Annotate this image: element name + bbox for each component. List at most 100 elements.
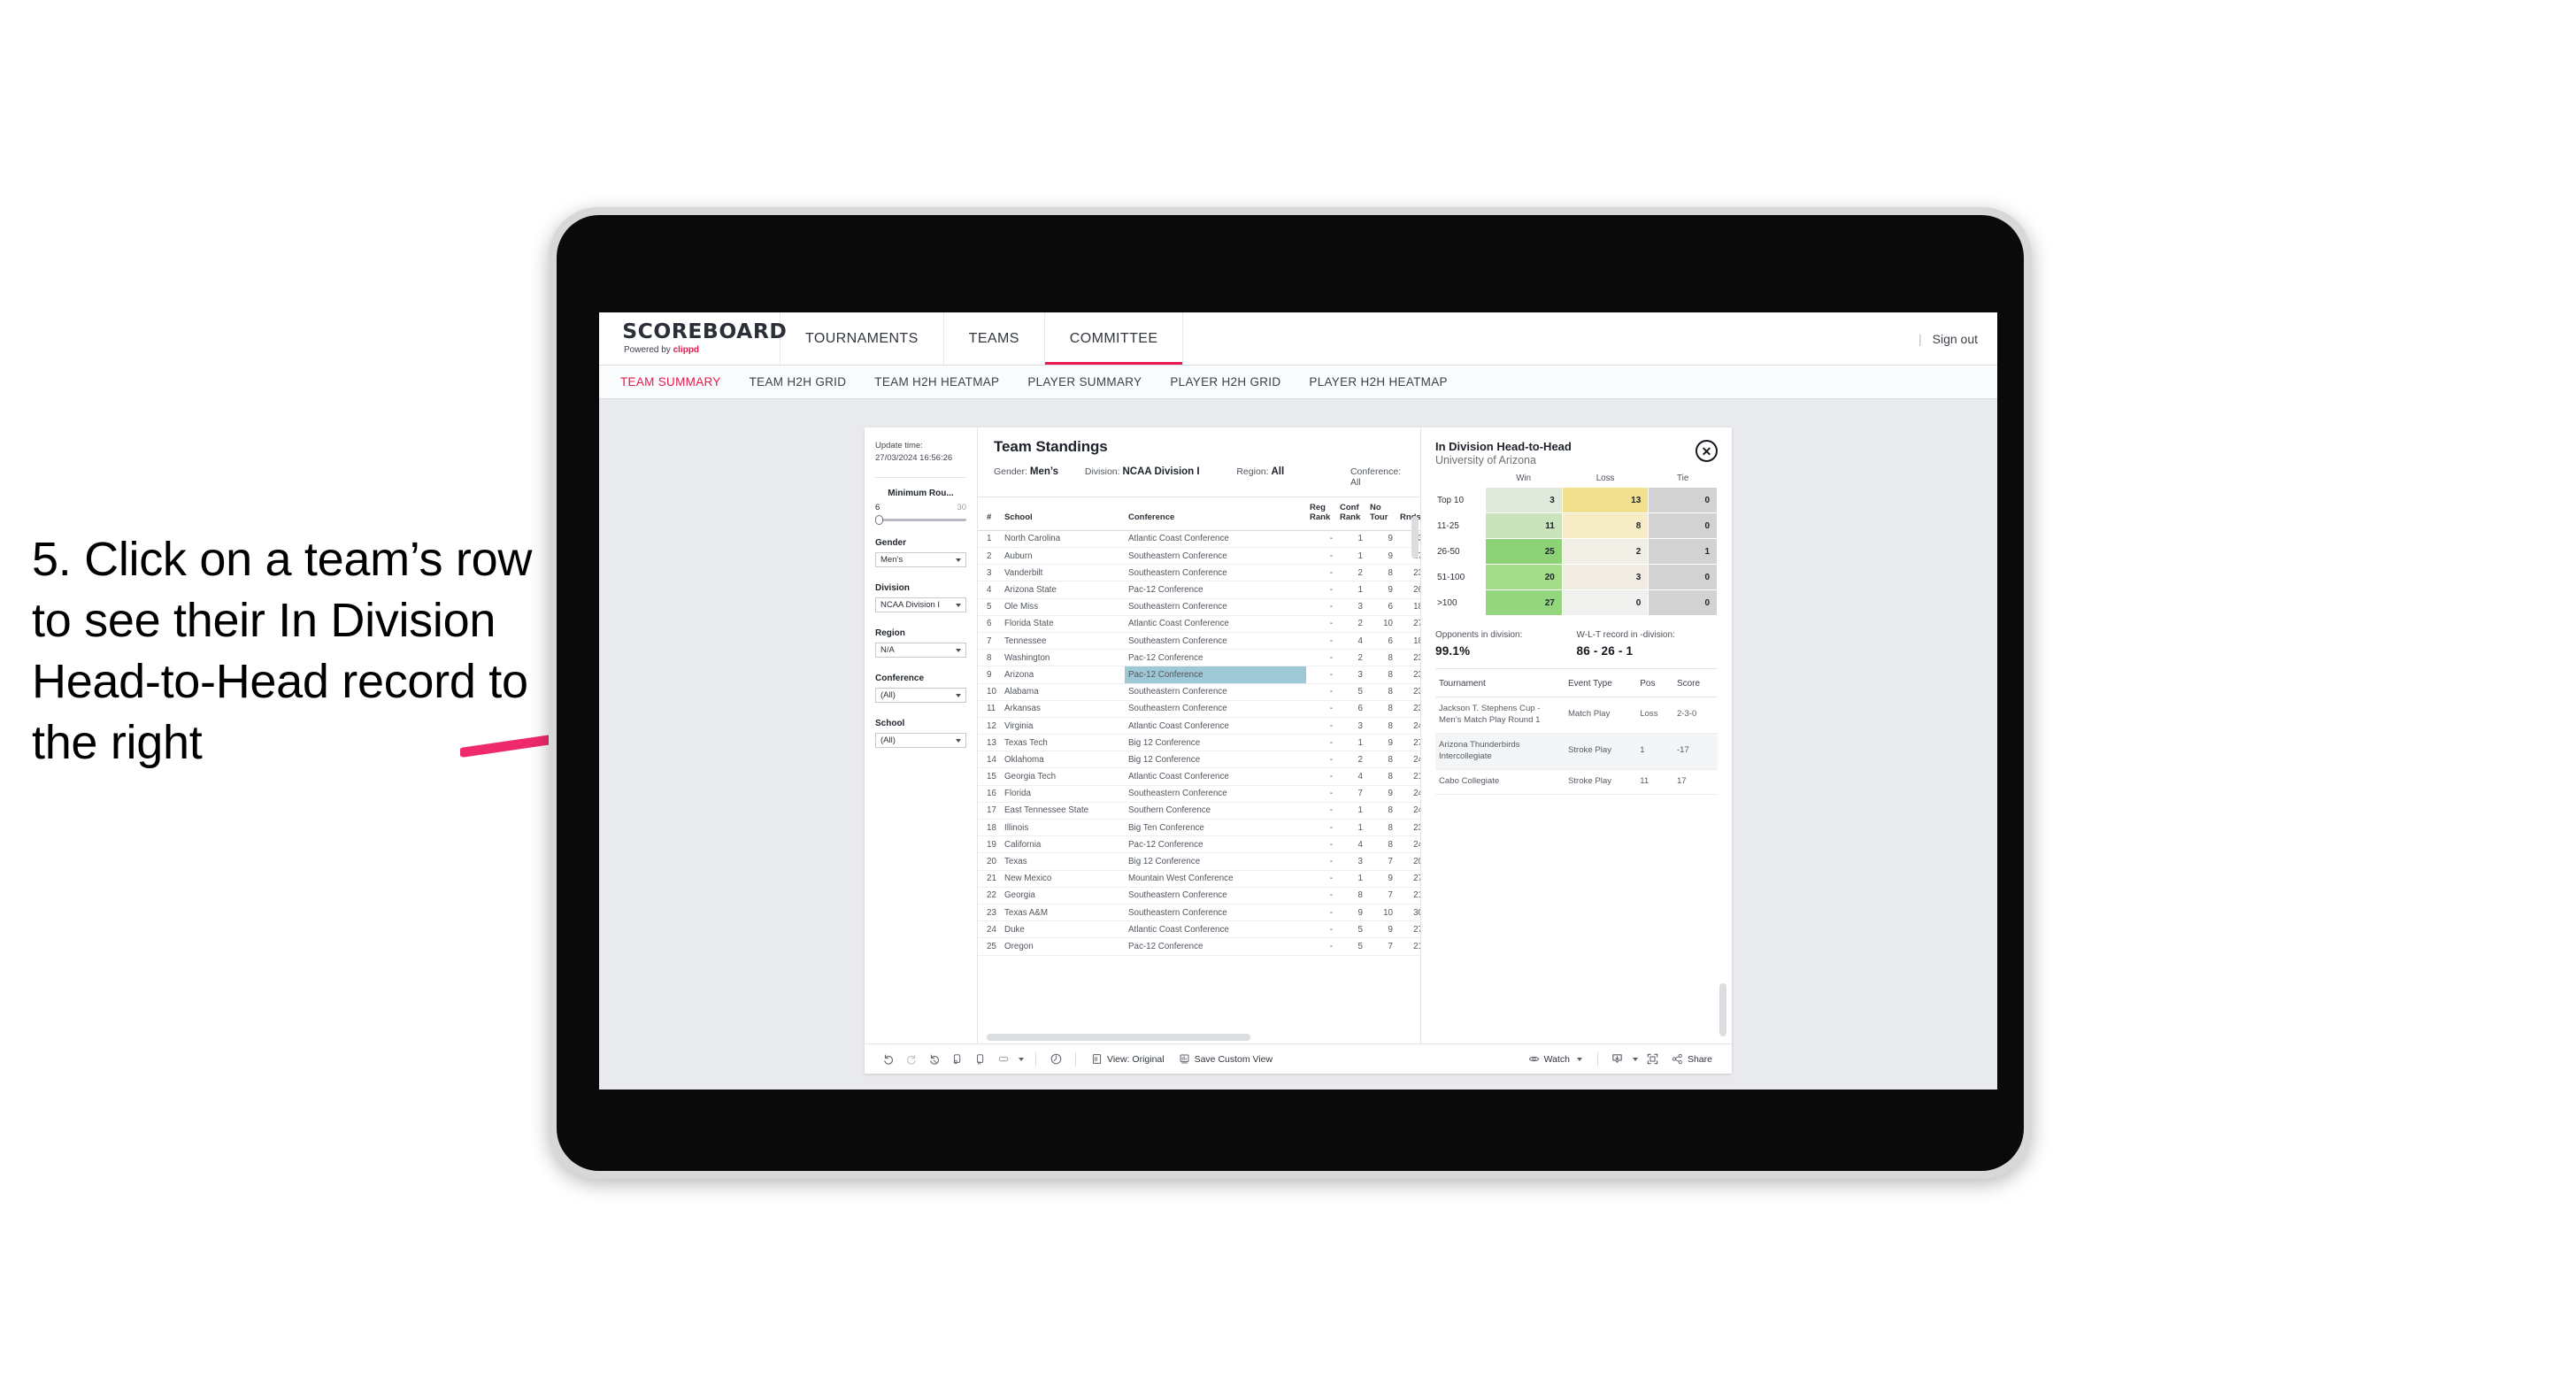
slider-thumb[interactable] (875, 514, 883, 525)
close-icon[interactable]: ✕ (1696, 440, 1718, 462)
nav-item-teams[interactable]: TEAMS (944, 312, 1045, 365)
table-row[interactable]: 1 North Carolina Atlantic Coast Conference… (978, 530, 1420, 549)
table-row[interactable]: 20TexasBig 12 Conference-37200 (978, 852, 1420, 871)
cell-rank: 23 (978, 904, 1001, 922)
undo-icon[interactable] (877, 1050, 900, 1069)
cell-conference: Pac-12 Conference (1125, 581, 1306, 599)
division-filter-select[interactable]: NCAA Division I (875, 597, 966, 612)
watch-button[interactable]: Watch (1521, 1053, 1589, 1065)
h2h-row: 51-100 20 3 0 (1435, 564, 1718, 590)
col-no-tour[interactable]: No Tour (1366, 497, 1396, 531)
cell-school: Florida (1001, 785, 1125, 803)
cell-no-tour: 8 (1366, 717, 1396, 735)
table-row[interactable]: 25OregonPac-12 Conference-57210 (978, 937, 1420, 956)
col-score[interactable]: Score (1672, 671, 1718, 697)
table-row[interactable]: 19CaliforniaPac-12 Conference-48242 (978, 835, 1420, 854)
cell-conference: Atlantic Coast Conference (1125, 767, 1306, 786)
table-row[interactable]: 8WashingtonPac-12 Conference-28231 (978, 649, 1420, 667)
pause-refresh-icon[interactable] (969, 1050, 992, 1069)
table-row[interactable]: 23Texas A&MSoutheastern Conference-91030… (978, 904, 1420, 922)
horizontal-scrollbar[interactable] (987, 1034, 1250, 1041)
table-row[interactable]: 15 Georgia Tech Atlantic Coast Conference -… (978, 767, 1420, 786)
h2h-cell-win: 11 (1484, 512, 1563, 539)
gender-filter-select[interactable]: Men’s (875, 551, 966, 567)
cell-conf-rank: 4 (1336, 835, 1366, 854)
cell-pos: 1 (1636, 733, 1673, 770)
table-row[interactable]: 21 New Mexico Mountain West Conference -1 9 2… (978, 870, 1420, 888)
tournament-row[interactable]: Arizona Thunderbirds Intercollegiate Stro… (1435, 733, 1718, 770)
conference-filter-select[interactable]: (All) (875, 687, 966, 703)
col-conf-rank[interactable]: Conf Rank (1336, 497, 1366, 531)
pause-auto-update-icon[interactable] (1044, 1050, 1067, 1069)
cell-conference: Southeastern Conference (1125, 547, 1306, 566)
h2h-cell-tie: 0 (1648, 487, 1718, 513)
vertical-scrollbar[interactable] (1411, 516, 1419, 558)
table-row[interactable]: 18IllinoisBig Ten Conference-18233 (978, 819, 1420, 837)
table-row[interactable]: 11ArkansasSoutheastern Conference-68232 (978, 700, 1420, 718)
cell-reg-rank: - (1306, 700, 1336, 718)
cell-rank: 13 (978, 734, 1001, 752)
cell-school: Illinois (1001, 819, 1125, 837)
col-conference[interactable]: Conference (1125, 497, 1306, 531)
tab-team-h2h-grid[interactable]: TEAM H2H GRID (750, 375, 847, 389)
table-row[interactable]: 4Arizona StatePac-12 Conference-19261 (978, 581, 1420, 599)
col-tournament[interactable]: Tournament (1435, 671, 1565, 697)
table-row[interactable]: 5Ole MissSoutheastern Conference-36181 (978, 598, 1420, 616)
redo-icon[interactable] (900, 1050, 923, 1069)
col-school[interactable]: School (1001, 497, 1125, 531)
revert-icon[interactable] (923, 1050, 946, 1069)
cell-school: Georgia Tech (1001, 767, 1125, 786)
region-filter-select[interactable]: N/A (875, 642, 966, 658)
tooltip-shape-icon[interactable] (992, 1050, 1015, 1069)
min-rounds-slider[interactable] (875, 514, 966, 525)
table-row[interactable]: 9ArizonaPac-12 Conference-38232 (978, 666, 1420, 684)
refresh-data-icon[interactable] (946, 1050, 969, 1069)
table-row[interactable]: 3VanderbiltSoutheastern Conference-28235 (978, 564, 1420, 582)
nav-item-committee[interactable]: COMMITTEE (1044, 312, 1184, 365)
table-row[interactable]: 12VirginiaAtlantic Coast Conference-3824… (978, 717, 1420, 735)
table-row[interactable]: 10AlabamaSoutheastern Conference-58233 (978, 683, 1420, 701)
save-custom-view-button[interactable]: Save Custom View (1172, 1053, 1280, 1065)
h2h-row: 26-50 25 2 1 (1435, 538, 1718, 565)
tournaments-scrollbar[interactable] (1719, 983, 1726, 1036)
table-row[interactable]: 14OklahomaBig 12 Conference-28242 (978, 751, 1420, 769)
table-row[interactable]: 16FloridaSoutheastern Conference-79244 (978, 785, 1420, 803)
table-row[interactable]: 6 Florida State Atlantic Coast Conference -… (978, 615, 1420, 633)
nav-item-tournaments[interactable]: TOURNAMENTS (780, 312, 944, 365)
cell-conference: Pac-12 Conference (1125, 649, 1306, 667)
cell-no-tour: 8 (1366, 819, 1396, 837)
tab-team-summary[interactable]: TEAM SUMMARY (620, 375, 721, 389)
table-row[interactable]: 7TennesseeSoutheastern Conference-46182 (978, 632, 1420, 651)
download-dropdown-caret-icon[interactable] (1629, 1050, 1642, 1069)
cell-no-tour: 7 (1366, 887, 1396, 905)
table-row[interactable]: 13Texas TechBig 12 Conference-19272 (978, 734, 1420, 752)
fullscreen-icon[interactable] (1642, 1050, 1665, 1069)
download-icon[interactable] (1606, 1050, 1629, 1069)
tournament-row[interactable]: Jackson T. Stephens Cup - Men’s Match Pl… (1435, 697, 1718, 734)
table-row[interactable]: 17 East Tennessee State Southern Conferenc… (978, 802, 1420, 820)
col-pos[interactable]: Pos (1636, 671, 1673, 697)
tooltip-dropdown-caret-icon[interactable] (1015, 1050, 1027, 1069)
col-event-type[interactable]: Event Type (1564, 671, 1637, 697)
tab-player-h2h-grid[interactable]: PLAYER H2H GRID (1170, 375, 1280, 389)
table-row[interactable]: 24DukeAtlantic Coast Conference-59271 (978, 920, 1420, 939)
share-button[interactable]: Share (1665, 1053, 1719, 1065)
sign-out-link[interactable]: Sign out (1933, 332, 1978, 346)
table-row[interactable]: 2AuburnSoutheastern Conference-19276 (978, 547, 1420, 566)
h2h-col-tie: Tie (1677, 474, 1689, 483)
cell-rnds: 23 (1396, 649, 1420, 667)
brand-logo[interactable]: SCOREBOARD Powered by clippd (599, 312, 787, 365)
view-original-button[interactable]: View: Original (1084, 1053, 1172, 1065)
col-rank[interactable]: # (978, 497, 1001, 531)
cell-rank: 16 (978, 785, 1001, 803)
cell-rank: 19 (978, 835, 1001, 854)
cell-rank: 5 (978, 598, 1001, 616)
col-reg-rank[interactable]: Reg Rank (1306, 497, 1336, 531)
tab-player-summary[interactable]: PLAYER SUMMARY (1027, 375, 1142, 389)
school-filter-select[interactable]: (All) (875, 732, 966, 748)
tab-team-h2h-heatmap[interactable]: TEAM H2H HEATMAP (874, 375, 999, 389)
tab-player-h2h-heatmap[interactable]: PLAYER H2H HEATMAP (1309, 375, 1447, 389)
tournament-row[interactable]: Cabo Collegiate Stroke Play 11 17 (1435, 769, 1718, 795)
table-row[interactable]: 22GeorgiaSoutheastern Conference-87211 (978, 887, 1420, 905)
cell-conference: Southeastern Conference (1125, 683, 1306, 701)
